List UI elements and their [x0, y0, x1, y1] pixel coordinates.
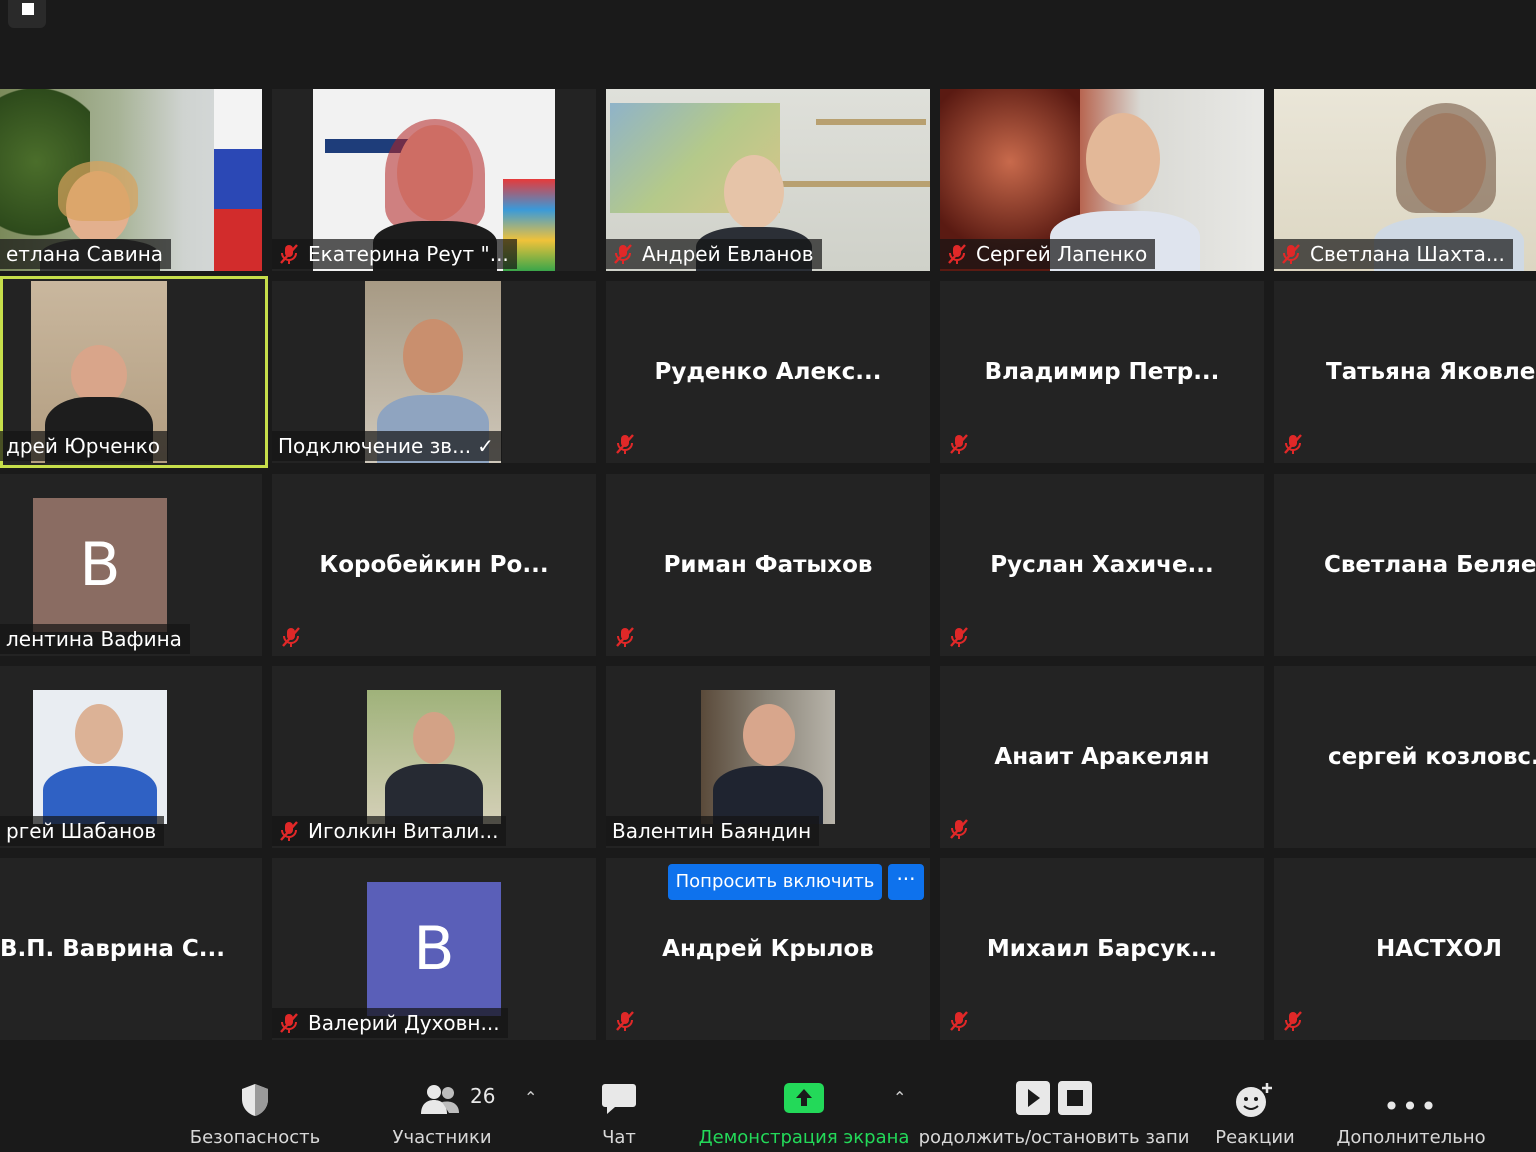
muted-mic-icon	[278, 1012, 300, 1034]
participant-name: етлана Савина	[0, 239, 172, 269]
participant-tile[interactable]: ргей Шабанов	[0, 666, 262, 848]
participant-tile[interactable]: Коробейкин Ро...	[272, 474, 596, 656]
muted-mic-icon	[1282, 433, 1304, 455]
muted-mic-icon	[1280, 243, 1302, 265]
participant-name: Руслан Хахиче...	[990, 552, 1214, 578]
participant-tile[interactable]: В лентина Вафина	[0, 474, 262, 656]
participant-name: Андрей Евланов	[606, 239, 822, 269]
participant-name: Екатерина Реут "...	[272, 239, 517, 269]
muted-mic-icon	[278, 243, 300, 265]
participant-tile[interactable]: Светлана Шахта...	[1274, 89, 1536, 271]
participants-button[interactable]: 26 Участники	[380, 1048, 504, 1152]
participant-name: НАСТХОЛ	[1376, 936, 1503, 962]
participant-photo	[367, 690, 501, 824]
muted-mic-icon	[948, 818, 970, 840]
muted-mic-icon	[948, 1010, 970, 1032]
avatar: В	[33, 498, 167, 632]
muted-mic-icon	[1282, 1010, 1304, 1032]
participant-name: Владимир Петр...	[984, 359, 1220, 385]
participant-tile[interactable]: Владимир Петр...	[940, 281, 1264, 463]
reactions-button[interactable]: Реакции	[1206, 1048, 1304, 1152]
participant-name: Коробейкин Ро...	[319, 552, 549, 578]
participant-name: Подключение зв... ✓	[272, 431, 502, 461]
participant-tile[interactable]: Михаил Барсук...	[940, 858, 1264, 1040]
muted-mic-icon	[612, 243, 634, 265]
participant-name: лентина Вафина	[0, 624, 190, 654]
participant-name: ргей Шабанов	[0, 816, 165, 846]
participant-tile[interactable]: Иголкин Витали...	[272, 666, 596, 848]
muted-mic-icon	[948, 626, 970, 648]
more-dots-icon: •••	[1383, 1090, 1439, 1123]
muted-mic-icon	[280, 626, 302, 648]
participant-tile[interactable]: Анаит Аракелян	[940, 666, 1264, 848]
avatar: В	[367, 882, 501, 1016]
participant-name: сергей козловс...	[1328, 744, 1536, 770]
share-screen-button[interactable]: Демонстрация экрана	[696, 1048, 912, 1152]
participant-tile[interactable]: В.П. Ваврина С...	[0, 858, 262, 1040]
meeting-toolbar: Безопасность 26 Участники ⌃ Чат Демонстр…	[0, 1048, 1536, 1152]
record-controls-icon	[1015, 1080, 1093, 1120]
participant-tile[interactable]: В Валерий Духовн...	[272, 858, 596, 1040]
participant-name: Риман Фатыхов	[663, 552, 873, 578]
share-caret-icon[interactable]: ⌃	[893, 1088, 906, 1107]
muted-mic-icon	[614, 626, 636, 648]
participant-photo	[33, 690, 167, 824]
participant-tile[interactable]: Андрей Евланов	[606, 89, 930, 271]
participant-name: Сергей Лапенко	[940, 239, 1156, 269]
participant-tile[interactable]: Валентин Баяндин	[606, 666, 930, 848]
security-button[interactable]: Безопасность	[180, 1048, 330, 1152]
share-screen-icon	[783, 1082, 825, 1118]
participant-name: Светлана Шахта...	[1274, 239, 1513, 269]
participants-count: 26	[470, 1084, 496, 1108]
participant-tile[interactable]: Руслан Хахиче...	[940, 474, 1264, 656]
participant-tile[interactable]: Сергей Лапенко	[940, 89, 1264, 271]
participant-name: Анаит Аракелян	[994, 744, 1210, 770]
participant-name: Валентин Баяндин	[606, 816, 820, 846]
participant-name: Татьяна Яковле...	[1326, 359, 1536, 385]
participant-tile-active-speaker[interactable]: дрей Юрченко	[0, 276, 268, 468]
participant-more-button[interactable]: ···	[888, 864, 924, 900]
participant-tile[interactable]: Руденко Алекс...	[606, 281, 930, 463]
participant-tile[interactable]: Риман Фатыхов	[606, 474, 930, 656]
muted-mic-icon	[614, 1010, 636, 1032]
participants-caret-icon[interactable]: ⌃	[524, 1088, 537, 1107]
participant-name: Руденко Алекс...	[654, 359, 882, 385]
muted-mic-icon	[614, 433, 636, 455]
chat-button[interactable]: Чат	[580, 1048, 658, 1152]
participant-name: Светлана Беляе...	[1324, 552, 1536, 578]
chat-icon	[601, 1082, 637, 1120]
ask-to-unmute-button[interactable]: Попросить включить	[668, 864, 882, 900]
more-options-button[interactable]: ••• Дополнительно	[1330, 1048, 1492, 1152]
participant-name: Валерий Духовн...	[272, 1008, 508, 1038]
record-button[interactable]: родолжить/остановить запи	[916, 1048, 1192, 1152]
participant-name: В.П. Ваврина С...	[0, 936, 225, 962]
muted-mic-icon	[946, 243, 968, 265]
check-icon: ✓	[477, 434, 494, 458]
muted-mic-icon	[278, 820, 300, 842]
reactions-icon	[1235, 1082, 1275, 1122]
gallery-grid: етлана Савина Екатерина Реут "... Андрей…	[0, 0, 1536, 1152]
participant-tile[interactable]: Подключение зв... ✓	[272, 281, 596, 463]
participant-photo	[701, 690, 835, 824]
participant-name: Михаил Барсук...	[986, 936, 1218, 962]
participant-tile[interactable]: Светлана Беляе...	[1274, 474, 1536, 656]
participant-name: дрей Юрченко	[0, 431, 168, 461]
participants-icon	[420, 1082, 460, 1120]
participant-name: Иголкин Витали...	[272, 816, 507, 846]
shield-icon	[239, 1082, 271, 1122]
participant-tile[interactable]: сергей козловс...	[1274, 666, 1536, 848]
participant-tile[interactable]: етлана Савина	[0, 89, 262, 271]
participant-tile[interactable]: Татьяна Яковле...	[1274, 281, 1536, 463]
participant-tile[interactable]: Екатерина Реут "...	[272, 89, 596, 271]
participant-tile[interactable]: НАСТХОЛ	[1274, 858, 1536, 1040]
muted-mic-icon	[948, 433, 970, 455]
